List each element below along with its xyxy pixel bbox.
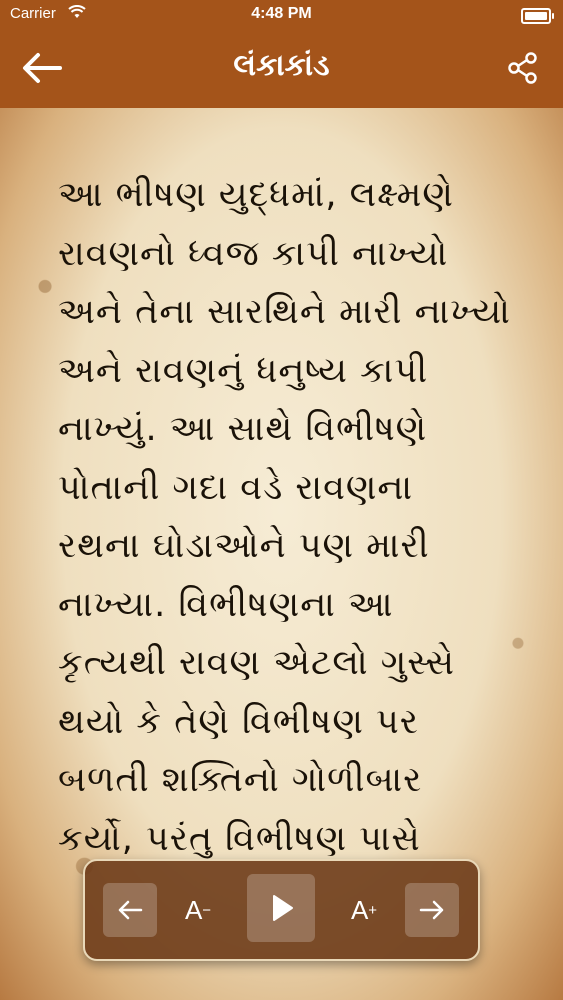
play-icon <box>273 895 293 921</box>
status-bar: Carrier 4:48 PM <box>0 0 563 30</box>
playback-controls: A − A + <box>83 859 480 961</box>
text-line: રાવણનો ધ્વજ કાપી નાખ્યો <box>58 233 449 274</box>
share-button[interactable] <box>505 50 541 86</box>
play-button[interactable] <box>247 874 315 942</box>
text-line: બળતી શક્તિનો ગોળીબાર <box>58 760 423 800</box>
battery-icon <box>521 8 554 24</box>
arrow-left-icon <box>118 900 143 920</box>
text-line: અને રાવણનું ધનુષ્ય કાપી <box>58 350 429 391</box>
font-decrease-button[interactable]: A − <box>177 883 219 937</box>
previous-page-button[interactable] <box>103 883 157 937</box>
next-page-button[interactable] <box>405 883 459 937</box>
text-line: નાખ્યા. વિભીષણના આ <box>58 584 394 625</box>
text-line: થયો કે તેણે વિભીષણ પર <box>58 701 419 742</box>
font-decrease-mark: − <box>202 901 212 919</box>
font-decrease-label: A <box>184 894 203 925</box>
text-line: પોતાની ગદા વડે રાવણના <box>58 467 414 508</box>
text-line: નાખ્યું. આ સાથે વિભીષણે <box>58 409 428 449</box>
font-increase-mark: + <box>368 901 378 919</box>
text-line: કૃત્યથી રાવણ એટલો ગુસ્સે <box>58 643 455 683</box>
arrow-right-icon <box>419 900 444 920</box>
text-line: અને તેના સારથિને મારી નાખ્યો <box>58 292 511 332</box>
font-increase-label: A <box>350 894 369 925</box>
page-title: લંકાકાંડ <box>233 48 330 83</box>
font-increase-button[interactable]: A + <box>343 883 385 937</box>
story-text[interactable]: આ ભીષણ યુદ્ધમાં, લક્ષ્મણે રાવણનો ધ્વજ કા… <box>58 166 528 868</box>
text-line: રથના ઘોડાઓને પણ મારી <box>58 526 430 566</box>
share-icon <box>508 52 537 84</box>
text-line: આ ભીષણ યુદ્ધમાં, લક્ષ્મણે <box>58 175 454 215</box>
navigation-bar: લંકાકાંડ <box>0 30 563 108</box>
clock: 4:48 PM <box>251 5 312 22</box>
content-page: આ ભીષણ યુદ્ધમાં, લક્ષ્મણે રાવણનો ધ્વજ કા… <box>0 108 563 1000</box>
